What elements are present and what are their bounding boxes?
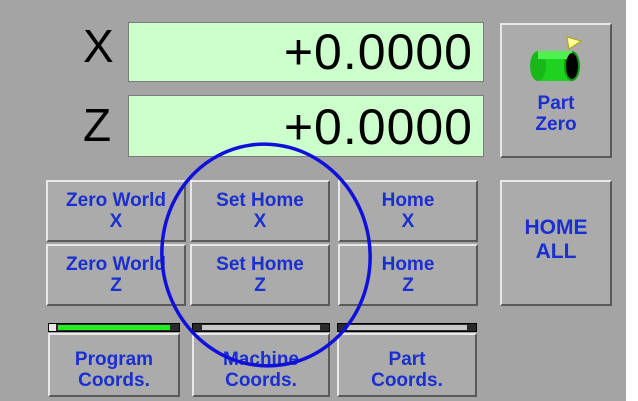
machine-coords-line1: Machine — [222, 349, 300, 370]
program-coords-indicator — [48, 323, 180, 332]
set-home-x-line1: Set Home — [216, 190, 304, 211]
zero-world-z-line1: Zero World — [66, 254, 166, 275]
cylinder-part-icon — [530, 36, 583, 81]
home-z-line1: Home — [381, 254, 435, 275]
zero-world-x-line2: X — [109, 211, 123, 232]
set-home-z-line1: Set Home — [216, 254, 304, 275]
zero-world-z-button[interactable]: Zero World Z — [46, 244, 186, 306]
home-all-button[interactable]: HOME ALL — [500, 180, 612, 306]
part-zero-button[interactable]: Part Zero — [500, 23, 612, 158]
zero-world-x-button[interactable]: Zero World X — [46, 180, 186, 242]
part-zero-label-line2: Zero — [535, 114, 577, 135]
set-home-z-button[interactable]: Set Home Z — [190, 244, 330, 306]
home-z-line2: Z — [402, 275, 414, 296]
zero-world-x-line1: Zero World — [66, 190, 166, 211]
zero-world-z-line2: Z — [110, 275, 122, 296]
machine-coords-line2: Coords. — [225, 370, 297, 391]
set-home-x-line2: X — [253, 211, 267, 232]
program-coords-button[interactable]: Program Coords. — [48, 333, 180, 397]
machine-coords-indicator — [192, 323, 330, 332]
part-coords-indicator-fill — [347, 325, 467, 330]
machine-coords-button[interactable]: Machine Coords. — [192, 333, 330, 397]
home-z-button[interactable]: Home Z — [338, 244, 478, 306]
home-x-button[interactable]: Home X — [338, 180, 478, 242]
program-coords-indicator-fill — [58, 325, 170, 330]
x-axis-label: X — [83, 20, 114, 72]
program-coords-line1: Program — [74, 349, 154, 370]
part-coords-button[interactable]: Part Coords. — [337, 333, 477, 397]
home-all-line2: ALL — [535, 240, 577, 263]
set-home-x-button[interactable]: Set Home X — [190, 180, 330, 242]
part-coords-line2: Coords. — [371, 370, 443, 391]
part-zero-label-line1: Part — [537, 93, 575, 114]
set-home-z-line2: Z — [254, 275, 266, 296]
dro-panel: X +0.0000 Z +0.0000 Part Zero Zero World… — [0, 0, 626, 401]
z-position-readout: +0.0000 — [128, 95, 484, 157]
home-x-line1: Home — [381, 190, 435, 211]
program-coords-line2: Coords. — [78, 370, 150, 391]
x-position-readout: +0.0000 — [128, 22, 484, 82]
part-coords-line1: Part — [388, 349, 426, 370]
home-x-line2: X — [401, 211, 415, 232]
part-coords-indicator — [337, 323, 477, 332]
machine-coords-indicator-fill — [202, 325, 320, 330]
z-axis-label: Z — [83, 99, 112, 151]
home-all-line1: HOME — [524, 216, 588, 239]
